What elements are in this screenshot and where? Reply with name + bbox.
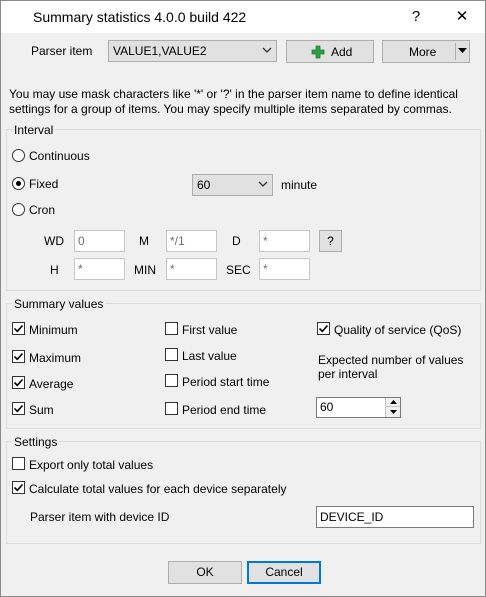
last-value-label: Last value (182, 349, 237, 363)
checkmark-icon (13, 378, 24, 387)
calc-per-device-label: Calculate total values for each device s… (29, 482, 287, 496)
window-title: Summary statistics 4.0.0 build 422 (33, 9, 247, 25)
parser-item-label: Parser item (31, 44, 93, 58)
fixed-interval-value: 60 (197, 178, 211, 192)
sum-checkbox[interactable] (12, 402, 25, 415)
spin-down-button[interactable] (385, 407, 400, 417)
spin-up-button[interactable] (385, 398, 400, 407)
expected-values-label: Expected number of values per interval (318, 353, 464, 381)
sec-input[interactable]: * (259, 258, 310, 280)
device-id-label: Parser item with device ID (30, 510, 170, 524)
wd-label: WD (44, 234, 64, 248)
min-label: MIN (134, 263, 156, 277)
arrow-up-icon (390, 400, 397, 404)
split-divider (455, 43, 456, 60)
average-label: Average (29, 377, 74, 391)
wd-input[interactable]: 0 (74, 230, 125, 252)
expected-values-value: 60 (320, 400, 334, 414)
export-total-label: Export only total values (29, 458, 154, 472)
fixed-interval-select[interactable]: 60 (192, 174, 273, 196)
interval-group-title: Interval (12, 123, 56, 137)
add-button[interactable]: Add (286, 40, 374, 63)
sec-label: SEC (226, 263, 251, 277)
add-button-label: Add (331, 45, 353, 59)
continuous-label: Continuous (29, 149, 90, 163)
period-start-label: Period start time (182, 375, 270, 389)
checkmark-icon (318, 324, 329, 333)
dropdown-arrow-icon[interactable] (458, 48, 467, 54)
m-label: M (139, 234, 149, 248)
cron-help-button[interactable]: ? (319, 230, 342, 252)
parser-item-select[interactable]: VALUE1,VALUE2 (108, 40, 277, 62)
minimum-checkbox[interactable] (12, 322, 25, 335)
first-value-checkbox[interactable] (165, 322, 178, 335)
checkmark-icon (13, 404, 24, 413)
min-input[interactable]: * (166, 258, 217, 280)
period-end-label: Period end time (182, 403, 267, 417)
d-input[interactable]: * (259, 230, 310, 252)
cancel-button[interactable]: Cancel (247, 561, 321, 584)
period-end-checkbox[interactable] (165, 402, 178, 415)
export-total-checkbox[interactable] (12, 457, 25, 470)
plus-icon (311, 45, 325, 59)
calc-per-device-checkbox[interactable] (12, 481, 25, 494)
qos-checkbox[interactable] (317, 322, 330, 335)
close-button[interactable]: ✕ (452, 7, 472, 27)
sum-label: Sum (29, 403, 54, 417)
more-button[interactable]: More (382, 40, 470, 63)
h-input[interactable]: * (74, 258, 125, 280)
dialog-window: Summary statistics 4.0.0 build 422 ? ✕ P… (0, 0, 486, 597)
checkmark-icon (13, 483, 24, 492)
h-label: H (50, 263, 59, 277)
continuous-radio[interactable] (12, 149, 25, 162)
first-value-label: First value (182, 323, 238, 337)
fixed-radio[interactable] (12, 177, 25, 190)
chevron-down-icon (258, 181, 268, 187)
minimum-label: Minimum (29, 323, 78, 337)
maximum-label: Maximum (29, 351, 82, 365)
arrow-down-icon (390, 410, 397, 414)
fixed-unit-label: minute (281, 178, 318, 192)
ok-button[interactable]: OK (168, 561, 242, 584)
chevron-down-icon (262, 47, 272, 53)
settings-group-title: Settings (12, 435, 60, 449)
mask-description: You may use mask characters like '*' or … (9, 87, 458, 116)
checkmark-icon (13, 324, 24, 333)
last-value-checkbox[interactable] (165, 348, 178, 361)
average-checkbox[interactable] (12, 376, 25, 389)
title-bar: Summary statistics 4.0.0 build 422 ? ✕ (1, 1, 485, 33)
help-button[interactable]: ? (406, 7, 426, 27)
fixed-label: Fixed (29, 177, 59, 191)
device-id-input[interactable]: DEVICE_ID (316, 506, 474, 528)
summary-values-group-title: Summary values (12, 297, 106, 311)
cron-radio[interactable] (12, 203, 25, 216)
parser-item-value: VALUE1,VALUE2 (113, 44, 207, 58)
checkmark-icon (13, 352, 24, 361)
expected-values-spinner[interactable]: 60 (316, 397, 401, 418)
period-start-checkbox[interactable] (165, 374, 178, 387)
more-button-label: More (409, 45, 437, 59)
qos-label: Quality of service (QoS) (334, 323, 462, 337)
cron-label: Cron (29, 203, 56, 217)
maximum-checkbox[interactable] (12, 350, 25, 363)
d-label: D (232, 234, 241, 248)
m-input[interactable]: */1 (166, 230, 217, 252)
